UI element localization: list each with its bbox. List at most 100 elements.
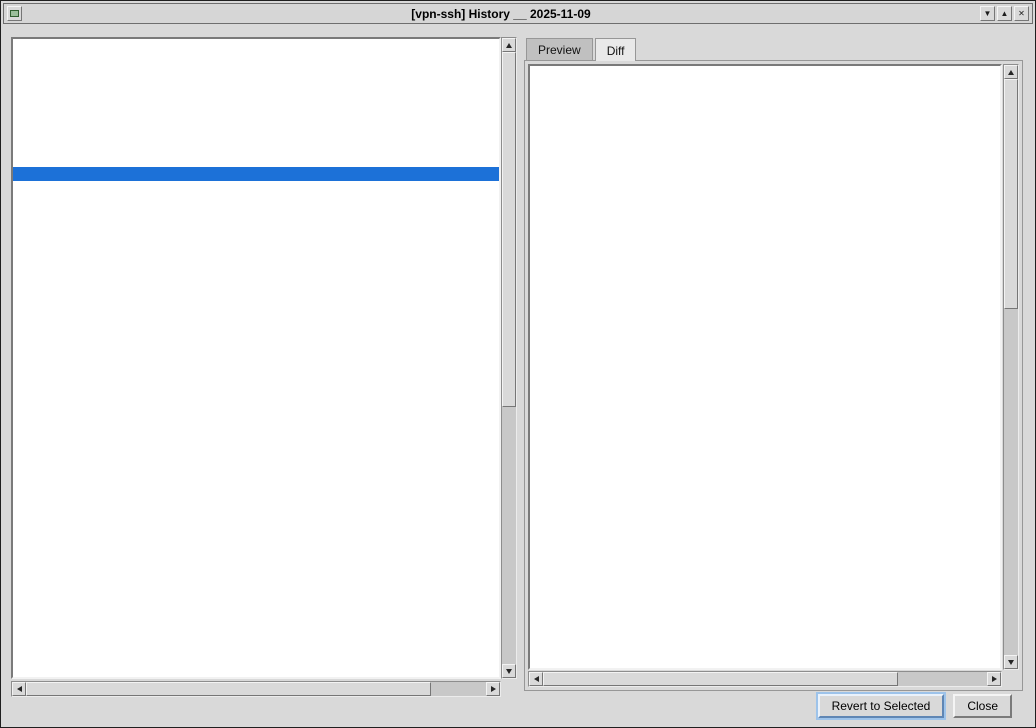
scrollbar-track[interactable] — [502, 52, 516, 664]
tab-preview-label: Preview — [538, 43, 581, 57]
footer-actions: Revert to Selected Close — [818, 694, 1012, 718]
history-list-item[interactable]: v40 — 2025-11-09 16:15:38 AEDT · autosav… — [13, 573, 499, 587]
scrollbar-track[interactable] — [543, 672, 987, 686]
history-list-item[interactable]: v61 — 2025-11-09 18:57:44 AEDT · autosav… — [13, 279, 499, 293]
history-list-item[interactable]: v60 — 2025-11-09 18:56:51 AEDT · autosav… — [13, 293, 499, 307]
history-list-item[interactable]: v43 — 2025-11-09 16:18:10 AEDT · autosav… — [13, 531, 499, 545]
history-list-item[interactable]: v68 — 2025-11-09 19:08:09 AEDT · autosav… — [13, 181, 499, 195]
diff-line: - [ ] Checkboxes (the word 'TODO' at the… — [535, 308, 1000, 324]
revert-button-label: Revert to Selected — [832, 699, 931, 713]
history-list-item[interactable]: v74 — 2025-11-10 10:42:03 AEDT · autosav… — [13, 97, 499, 111]
titlebar-buttons: ▼ ▲ ✕ — [980, 6, 1029, 21]
version-history-list[interactable]: v78 — 2025-11-10 10:44:15 AEDT · autosav… — [11, 37, 501, 679]
history-list-item[interactable]: v70 — 2025-11-10 10:40:47 AEDT · autosav… — [13, 153, 499, 167]
maximize-button[interactable]: ▲ — [997, 6, 1012, 21]
diff-line: Numbered lists — [535, 292, 1000, 308]
diff-line — [535, 228, 1000, 244]
history-list-item[interactable]: v76 — 2025-11-10 10:42:41 AEDT · autosav… — [13, 69, 499, 83]
arrow-right-icon — [992, 676, 997, 682]
history-list-item[interactable]: v54 — 2025-11-09 18:38:04 AEDT · autosav… — [13, 377, 499, 391]
titlebar[interactable]: [vpn-ssh] History __ 2025-11-09 ▼ ▲ ✕ — [3, 3, 1033, 24]
history-list-item[interactable]: v77 — 2025-11-10 10:43:12 AEDT · autosav… — [13, 55, 499, 69]
history-list-item[interactable]: v59 — 2025-11-09 18:56:44 AEDT · autosav… — [13, 307, 499, 321]
diff-horizontal-scrollbar[interactable] — [528, 671, 1002, 687]
history-list-item[interactable]: v71 — 2025-11-10 10:41:20 AEDT · autosav… — [13, 139, 499, 153]
history-list-item[interactable]: v57 — 2025-11-09 18:54:36 AEDT · autosav… — [13, 335, 499, 349]
close-button-label: Close — [967, 699, 998, 713]
history-list-item[interactable]: v62 — 2025-11-09 19:00:05 AEDT · autosav… — [13, 265, 499, 279]
history-list-item[interactable]: v42 — 2025-11-09 16:16:19 AEDT · autosav… — [13, 545, 499, 559]
history-list-item[interactable]: v34 — 2025-11-09 16:05:20 AEDT · autosav… — [13, 657, 499, 671]
scrollbar-track[interactable] — [26, 682, 486, 696]
scrollbar-thumb[interactable] — [543, 672, 898, 686]
diff-line: @@ -2,7 +2,7 @@ — [535, 100, 1000, 116]
close-button[interactable]: ✕ — [1014, 6, 1029, 21]
history-list-item[interactable]: v47 — 2025-11-09 18:33:45 AEDT · autosav… — [13, 475, 499, 489]
history-list-item[interactable]: v52 — 2025-11-09 18:36:08 AEDT · autosav… — [13, 405, 499, 419]
scroll-left-button[interactable] — [12, 682, 26, 696]
history-list-item[interactable]: v64 — 2025-11-09 19:03:16 AEDT · autosav… — [13, 237, 499, 251]
history-list-item[interactable]: v75 — 2025-11-10 10:42:28 AEDT · autosav… — [13, 83, 499, 97]
scrollbar-thumb[interactable] — [502, 52, 516, 407]
history-list-item[interactable]: v41 — 2025-11-09 16:16:09 AEDT · autosav… — [13, 559, 499, 573]
diff-line: And basic code blocks — [535, 404, 1000, 420]
history-list-item[interactable]: v38 — 2025-11-09 16:13:57 AEDT · autosav… — [13, 601, 499, 615]
scroll-left-button[interactable] — [529, 672, 543, 686]
history-list-item[interactable]: v33 — 2025-11-09 16:05:01 AEDT · autosav… — [13, 671, 499, 679]
history-list-item[interactable]: v45 — 2025-11-09 18:28:13 AEDT · autosav… — [13, 503, 499, 517]
diff-vertical-scrollbar[interactable] — [1003, 64, 1019, 670]
history-list-item[interactable]: v46 — 2025-11-09 18:31:07 AEDT · autosav… — [13, 489, 499, 503]
history-list-item[interactable]: v48 — 2025-11-09 18:34:19 AEDT · autosav… — [13, 461, 499, 475]
diff-line — [535, 148, 1000, 164]
diff-line: @@ -22,18 +21,33 @@ — [535, 372, 1000, 388]
diff-line — [535, 196, 1000, 212]
history-list-item[interactable]: v73 — 2025-11-10 10:41:42 AEDT · autosav… — [13, 111, 499, 125]
scroll-down-button[interactable] — [1004, 655, 1018, 669]
tab-preview[interactable]: Preview — [526, 38, 593, 60]
history-list-item[interactable]: v44 — 2025-11-09 16:18:50 AEDT · autosav… — [13, 517, 499, 531]
diff-line: + You can search for words on all pages,… — [535, 500, 1000, 516]
history-list-item[interactable]: v56 — 2025-11-09 18:41:20 AEDT · autosav… — [13, 349, 499, 363]
diff-line: - You can search for words on all pages,… — [535, 484, 1000, 500]
minimize-button[interactable]: ▼ — [980, 6, 995, 21]
scroll-right-button[interactable] — [486, 682, 500, 696]
scrollbar-track[interactable] — [1004, 79, 1018, 655]
tab-diff-label: Diff — [607, 44, 625, 58]
history-window: [vpn-ssh] History __ 2025-11-09 ▼ ▲ ✕ v7… — [0, 0, 1036, 728]
history-list-item[interactable]: v53 — 2025-11-09 18:37:16 AEDT · autosav… — [13, 391, 499, 405]
scroll-down-button[interactable] — [502, 664, 516, 678]
scroll-up-button[interactable] — [1004, 65, 1018, 79]
diff-line — [535, 116, 1000, 132]
diff-line: @@ -13,7 +13,6 @@ — [535, 244, 1000, 260]
history-list-item[interactable]: v36 — 2025-11-09 16:12:36 AEDT · autosav… — [13, 629, 499, 643]
diff-line: + — [535, 644, 1000, 660]
history-list-item[interactable]: v35 — 2025-11-09 16:11:06 AEDT · autosav… — [13, 643, 499, 657]
history-vertical-scrollbar[interactable] — [501, 37, 517, 679]
tab-diff[interactable]: Diff — [595, 38, 637, 61]
history-list-item[interactable]: v55 — 2025-11-09 18:38:17 AEDT · autosav… — [13, 363, 499, 377]
revert-to-selected-button[interactable]: Revert to Selected — [818, 694, 945, 718]
close-dialog-button[interactable]: Close — [953, 694, 1012, 718]
history-list-item[interactable]: v67 — 2025-11-09 19:07:07 AEDT · autosav… — [13, 195, 499, 209]
scroll-up-button[interactable] — [502, 38, 516, 52]
diff-line — [535, 628, 1000, 644]
scroll-right-button[interactable] — [987, 672, 1001, 686]
history-list-item[interactable]: v39 — 2025-11-09 16:14:56 AEDT · autosav… — [13, 587, 499, 601]
history-list-item[interactable]: v37 — 2025-11-09 16:13:04 AEDT · autosav… — [13, 615, 499, 629]
history-horizontal-scrollbar[interactable] — [11, 681, 501, 697]
history-list-item[interactable]: v50 — 2025-11-09 18:35:18 AEDT · autosav… — [13, 433, 499, 447]
history-list-item[interactable]: v66 — 2025-11-09 19:05:02 AEDT · autosav… — [13, 209, 499, 223]
history-list-item[interactable]: v78 — 2025-11-10 10:44:15 AEDT · autosav… — [13, 41, 499, 55]
history-list-item[interactable]: v69 — 2025-11-10 07:59:37 AEDT · Uncheck… — [13, 167, 499, 181]
history-list-item[interactable]: v58 — 2025-11-09 18:54:43 AEDT · autosav… — [13, 321, 499, 335]
history-list-item[interactable]: v49 — 2025-11-09 18:34:29 AEDT · autosav… — [13, 447, 499, 461]
scrollbar-thumb[interactable] — [1004, 79, 1018, 309]
history-list-item[interactable]: v65 — 2025-11-09 19:04:34 AEDT · autosav… — [13, 223, 499, 237]
app-icon[interactable] — [7, 6, 22, 21]
scrollbar-thumb[interactable] — [26, 682, 431, 696]
arrow-down-icon — [506, 669, 512, 674]
history-list-item[interactable]: v63 — 2025-11-09 19:00:13 AEDT · autosav… — [13, 251, 499, 265]
diff-output[interactable]: --- current +++ selected @@ -2,7 +2,7 @@… — [528, 64, 1002, 670]
history-list-item[interactable]: v72 — 2025-11-10 10:41:30 AEDT · autosav… — [13, 125, 499, 139]
history-list-item[interactable]: v51 — 2025-11-09 18:35:42 AEDT · autosav… — [13, 419, 499, 433]
